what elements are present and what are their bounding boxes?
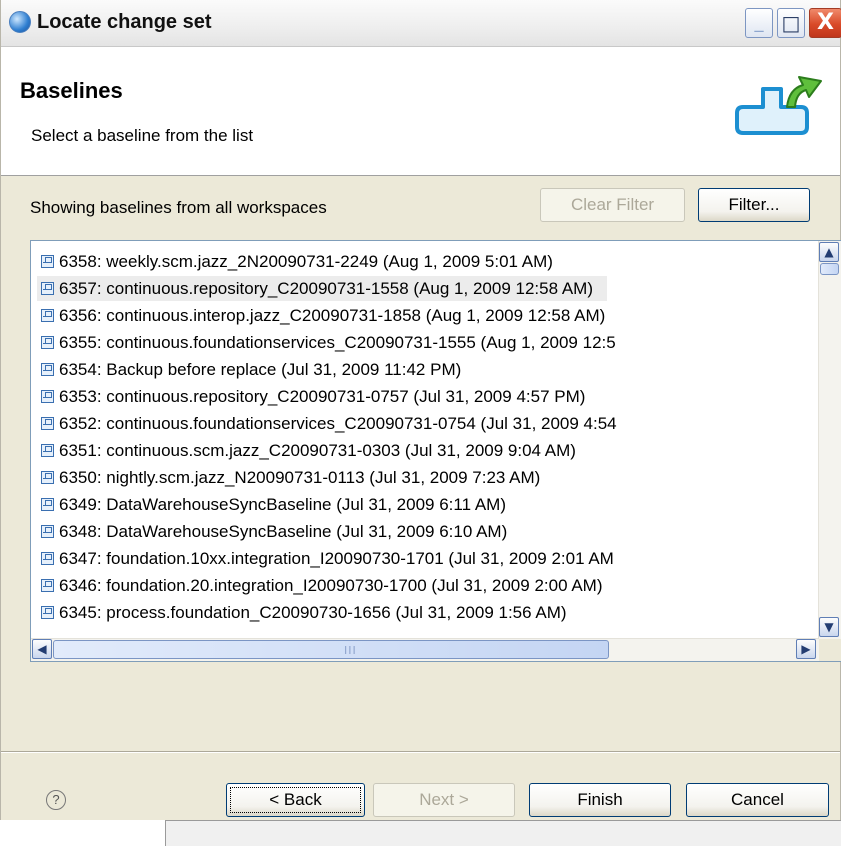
scope-label: Showing baselines from all workspaces	[30, 198, 327, 217]
page-title: Baselines	[20, 78, 123, 103]
app-icon	[9, 11, 31, 33]
horizontal-scrollbar[interactable]: ◀ III ▶	[31, 638, 819, 661]
horizontal-scroll-thumb[interactable]: III	[53, 640, 609, 659]
list-item[interactable]: 6349: DataWarehouseSyncBaseline (Jul 31,…	[41, 492, 506, 517]
scroll-grip: III	[344, 644, 357, 657]
scroll-down-button[interactable]: ▼	[819, 617, 839, 637]
close-button[interactable]: X	[809, 8, 841, 38]
next-button[interactable]: Next >	[373, 783, 515, 817]
list-item[interactable]: 6353: continuous.repository_C20090731-07…	[41, 384, 585, 409]
baseline-icon	[41, 552, 54, 565]
clear-filter-button[interactable]: Clear Filter	[540, 188, 685, 222]
baseline-icon	[41, 417, 54, 430]
back-button[interactable]: < Back	[226, 783, 365, 817]
list-item[interactable]: 6358: weekly.scm.jazz_2N20090731-2249 (A…	[41, 249, 553, 274]
baseline-icon	[41, 282, 54, 295]
scroll-right-button[interactable]: ▶	[796, 639, 816, 659]
list-item[interactable]: 6351: continuous.scm.jazz_C20090731-0303…	[41, 438, 576, 463]
baseline-icon	[41, 606, 54, 619]
baseline-icon	[41, 579, 54, 592]
baseline-icon	[41, 525, 54, 538]
help-icon[interactable]: ?	[46, 790, 66, 810]
wizard-banner: Baselines Select a baseline from the lis…	[1, 47, 840, 176]
baseline-list[interactable]: 6358: weekly.scm.jazz_2N20090731-2249 (A…	[30, 240, 841, 662]
scroll-left-button[interactable]: ◀	[32, 639, 52, 659]
maximize-button[interactable]: □	[777, 8, 805, 38]
background-window-edge	[165, 820, 841, 846]
list-item[interactable]: 6357: continuous.repository_C20090731-15…	[37, 276, 607, 301]
list-item[interactable]: 6352: continuous.foundationservices_C200…	[41, 411, 617, 436]
baseline-icon	[41, 444, 54, 457]
baseline-icon	[41, 336, 54, 349]
list-item[interactable]: 6354: Backup before replace (Jul 31, 200…	[41, 357, 461, 382]
scroll-up-button[interactable]: ▲	[819, 242, 839, 262]
locate-change-set-dialog: Locate change set _ □ X Baselines Select…	[0, 0, 841, 820]
baseline-icon	[41, 390, 54, 403]
vertical-scroll-thumb[interactable]	[820, 263, 839, 275]
baseline-icon	[41, 498, 54, 511]
baseline-icon	[41, 255, 54, 268]
vertical-scrollbar[interactable]: ▲ ▼	[818, 241, 841, 639]
title-bar[interactable]: Locate change set _ □ X	[1, 0, 841, 47]
filter-button[interactable]: Filter...	[698, 188, 810, 222]
baseline-icon	[41, 309, 54, 322]
scrollbar-corner	[819, 639, 841, 661]
list-item[interactable]: 6350: nightly.scm.jazz_N20090731-0113 (J…	[41, 465, 540, 490]
minimize-button[interactable]: _	[745, 8, 773, 38]
list-item[interactable]: 6346: foundation.20.integration_I2009073…	[41, 573, 602, 598]
baseline-wizard-icon	[735, 76, 822, 135]
list-item[interactable]: 6356: continuous.interop.jazz_C20090731-…	[41, 303, 605, 328]
finish-button[interactable]: Finish	[529, 783, 671, 817]
baseline-icon	[41, 471, 54, 484]
cancel-button[interactable]: Cancel	[686, 783, 829, 817]
list-item[interactable]: 6355: continuous.foundationservices_C200…	[41, 330, 616, 355]
page-description: Select a baseline from the list	[31, 126, 254, 145]
list-item[interactable]: 6347: foundation.10xx.integration_I20090…	[41, 546, 614, 571]
baseline-icon	[41, 363, 54, 376]
list-item[interactable]: 6345: process.foundation_C20090730-1656 …	[41, 600, 567, 625]
footer-separator	[1, 751, 840, 753]
window-title: Locate change set	[37, 11, 212, 33]
list-item[interactable]: 6348: DataWarehouseSyncBaseline (Jul 31,…	[41, 519, 507, 544]
